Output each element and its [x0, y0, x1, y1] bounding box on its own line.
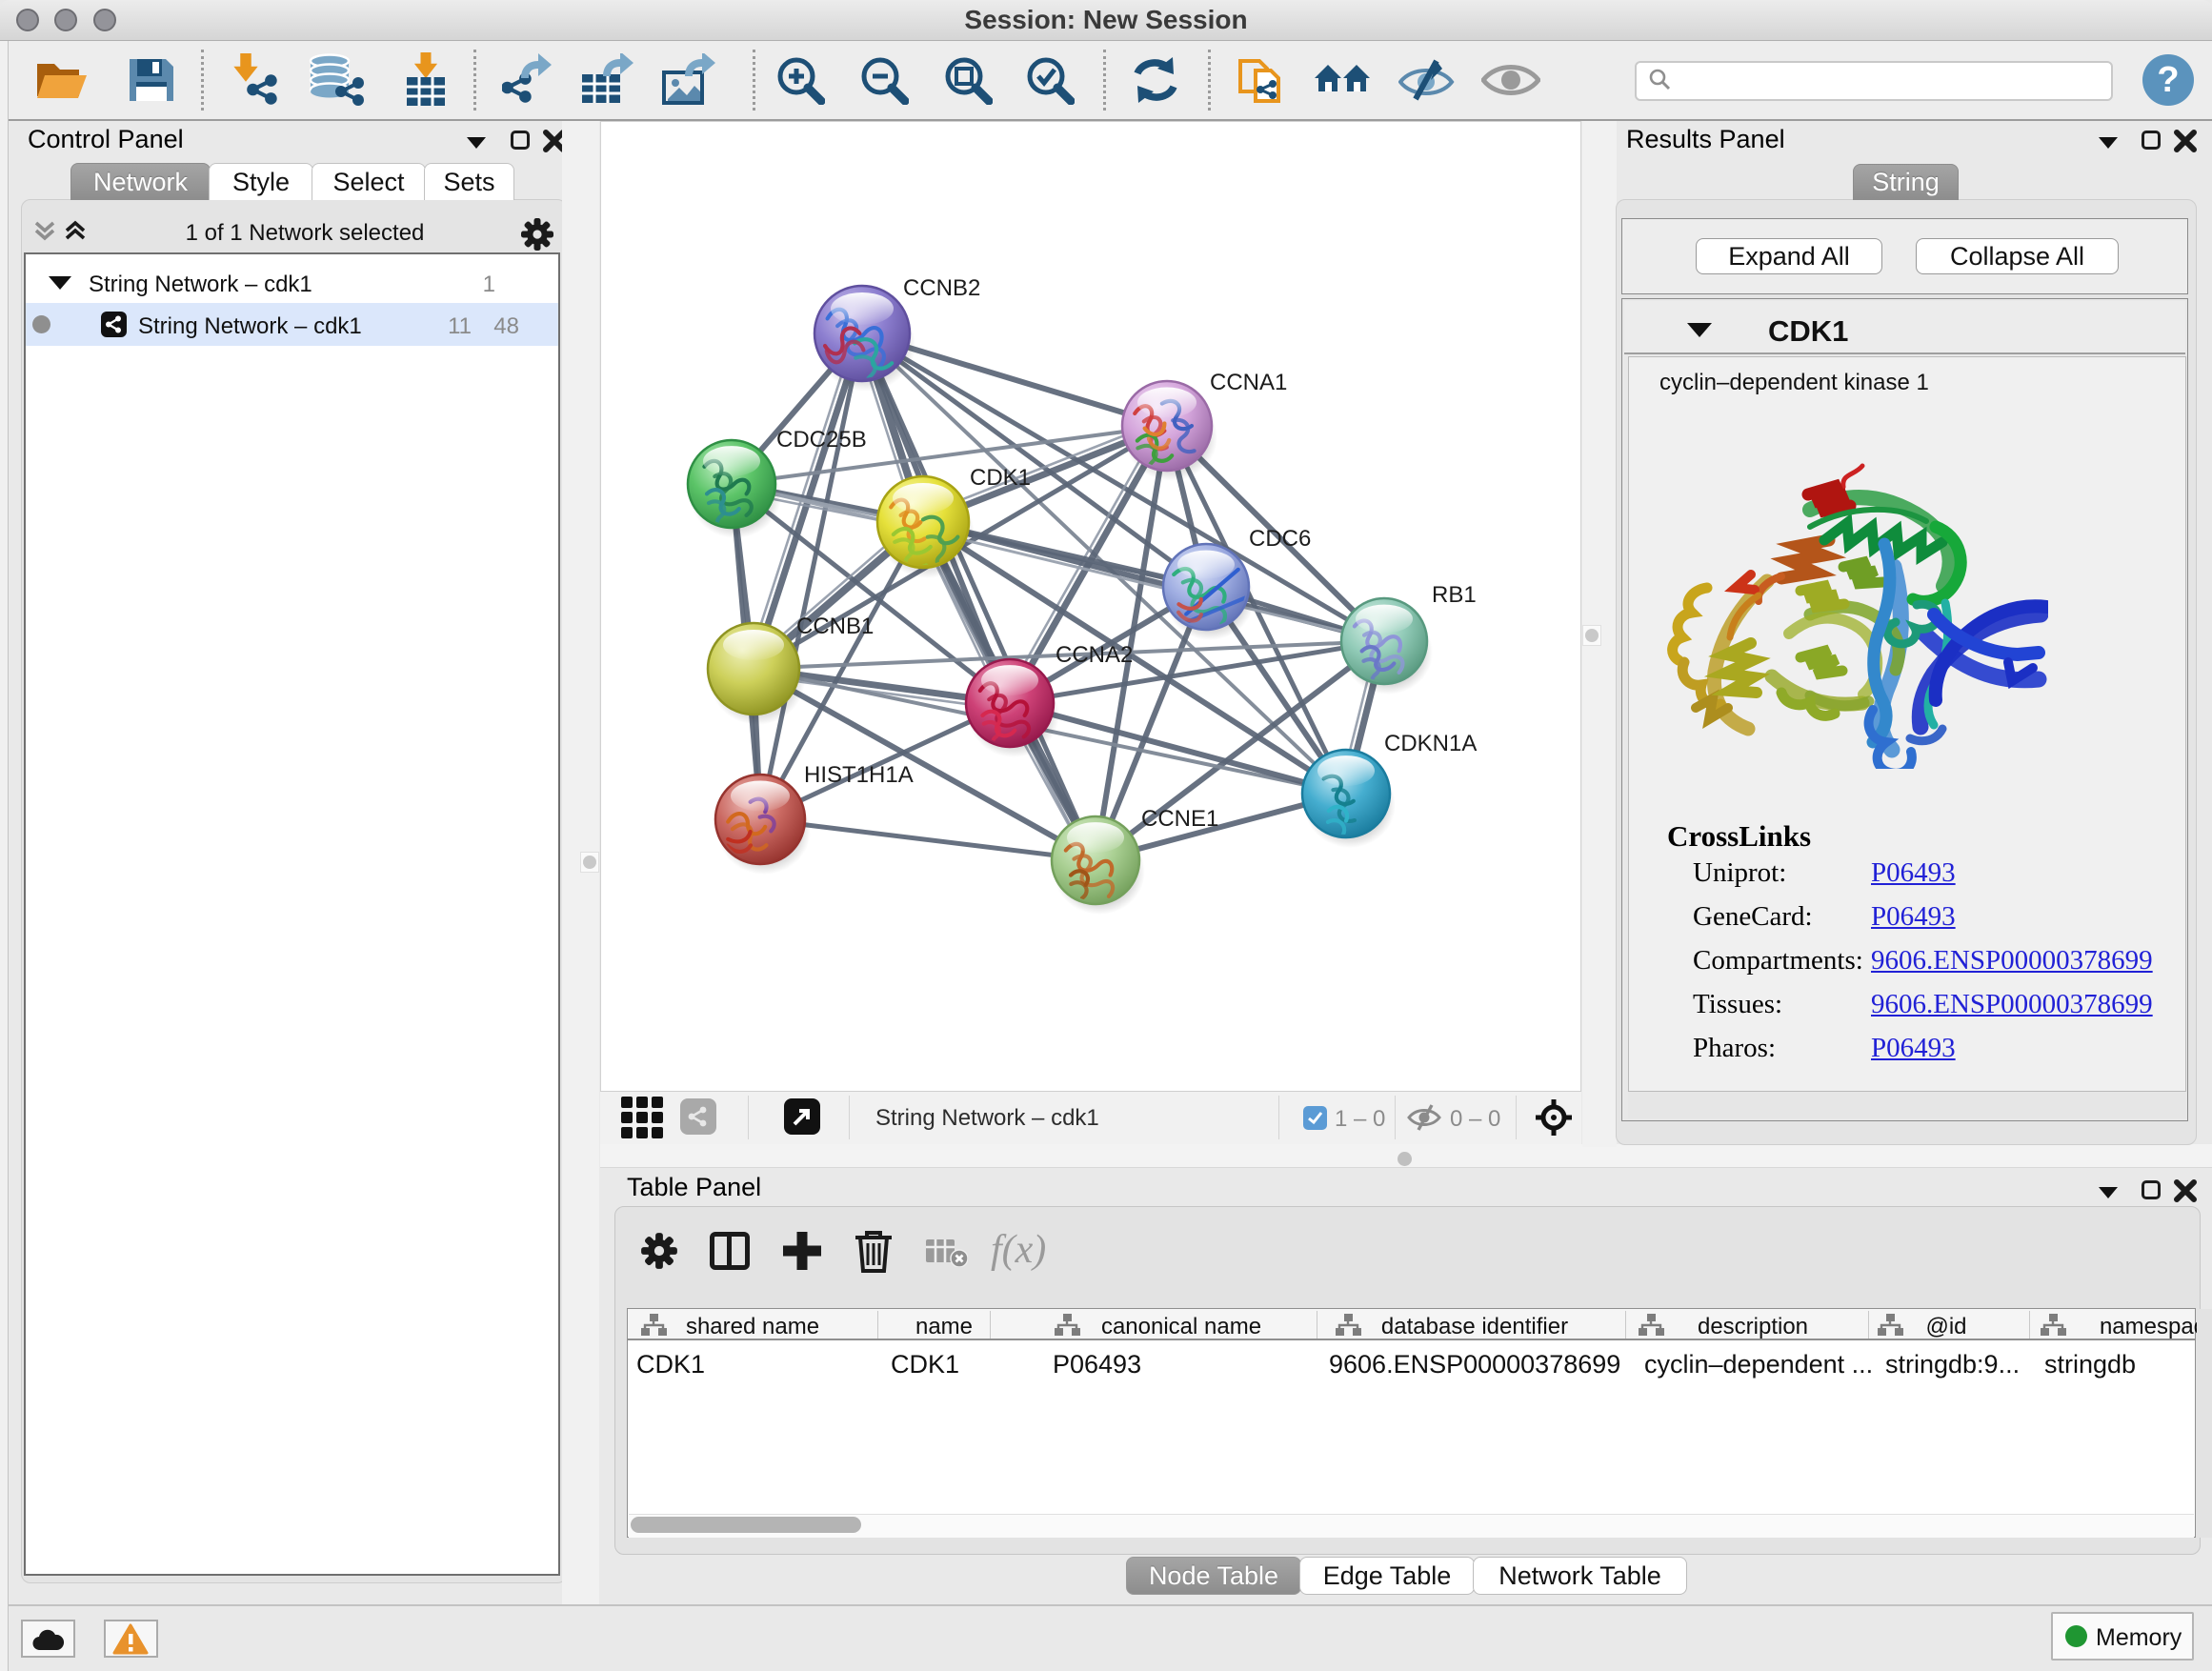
- svg-text:CDC6: CDC6: [1249, 526, 1311, 552]
- svg-text:CCNB1: CCNB1: [796, 614, 874, 639]
- svg-text:CCNA2: CCNA2: [1056, 642, 1133, 668]
- svg-text:CCNA1: CCNA1: [1210, 370, 1287, 395]
- svg-text:CDC25B: CDC25B: [776, 427, 867, 453]
- svg-text:HIST1H1A: HIST1H1A: [804, 762, 914, 788]
- svg-text:CDK1: CDK1: [970, 465, 1031, 491]
- svg-text:CCNE1: CCNE1: [1141, 806, 1218, 832]
- svg-text:CCNB2: CCNB2: [903, 275, 980, 301]
- svg-text:RB1: RB1: [1432, 582, 1477, 608]
- svg-text:CDKN1A: CDKN1A: [1384, 731, 1477, 756]
